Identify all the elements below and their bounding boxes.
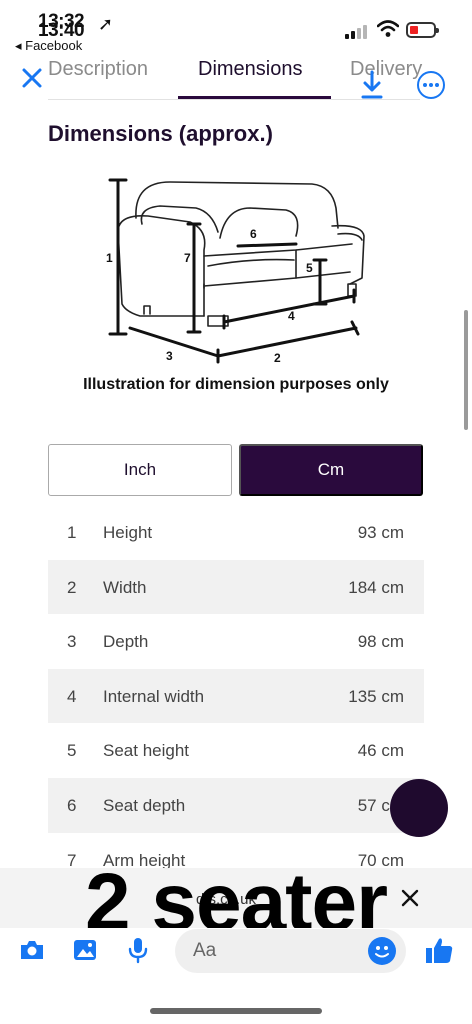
thumbs-up-icon[interactable]	[423, 934, 455, 966]
close-icon[interactable]	[20, 66, 44, 90]
row-value: 46 cm	[357, 741, 404, 761]
marker-7: 7	[184, 251, 191, 265]
download-icon[interactable]	[360, 70, 384, 100]
table-row: 6 Seat depth 57 cm	[48, 777, 424, 833]
row-number: 4	[67, 686, 77, 706]
location-icon: ➚	[98, 14, 114, 34]
marker-5: 5	[306, 261, 313, 275]
signal-icon	[345, 24, 371, 39]
emoji-icon[interactable]	[368, 937, 396, 965]
row-number: 5	[67, 741, 77, 761]
dimensions-table: 1 Height 93 cm 2 Width 184 cm 3 Depth 98…	[48, 505, 424, 887]
table-row: 2 Width 184 cm	[48, 559, 424, 615]
table-row: 3 Depth 98 cm	[48, 614, 424, 669]
marker-4: 4	[288, 309, 295, 323]
status-bar: 13:32 13:40 ➚ ◂ Facebook	[0, 0, 472, 56]
back-to-app-link[interactable]: ◂ Facebook	[15, 38, 82, 54]
row-value: 93 cm	[357, 523, 404, 542]
microphone-icon[interactable]	[124, 936, 152, 964]
marker-3: 3	[166, 349, 173, 363]
tab-description[interactable]: Description	[48, 58, 148, 81]
cm-toggle-button[interactable]: Cm	[239, 444, 423, 496]
row-number: 2	[67, 577, 77, 597]
table-row: 4 Internal width 135 cm	[48, 668, 424, 724]
scrollbar[interactable]	[464, 310, 468, 430]
wifi-icon	[377, 20, 399, 37]
sofa-dimension-illustration: 1 2 3 4 5 6 7	[106, 178, 365, 365]
table-row: 1 Height 93 cm	[48, 505, 424, 560]
marker-1: 1	[106, 251, 113, 265]
battery-icon	[406, 22, 439, 38]
illustration-caption: Illustration for dimension purposes only	[83, 376, 389, 393]
row-label: Seat depth	[103, 795, 186, 815]
more-options-icon[interactable]	[417, 71, 445, 99]
row-label: Height	[103, 523, 153, 542]
home-indicator	[150, 1008, 322, 1014]
chat-fab-button[interactable]	[390, 779, 448, 837]
row-label: Depth	[103, 632, 149, 652]
marker-2: 2	[274, 351, 281, 365]
row-number: 6	[67, 795, 77, 815]
row-value: 135 cm	[348, 686, 404, 706]
row-label: Seat height	[103, 741, 190, 761]
tab-dimensions[interactable]: Dimensions	[198, 58, 302, 81]
marker-6: 6	[250, 227, 257, 241]
camera-icon[interactable]	[18, 936, 46, 964]
table-row: 5 Seat height 46 cm	[48, 723, 424, 778]
row-value: 98 cm	[357, 632, 404, 652]
row-label: Internal width	[103, 686, 205, 706]
page-title: Dimensions (approx.)	[48, 121, 273, 146]
inch-toggle-button[interactable]: Inch	[48, 444, 232, 496]
row-number: 1	[67, 523, 77, 542]
row-number: 3	[67, 632, 77, 652]
active-tab-indicator	[178, 96, 331, 99]
row-label: Width	[103, 577, 147, 597]
gallery-icon[interactable]	[71, 936, 99, 964]
row-value: 184 cm	[348, 577, 404, 597]
